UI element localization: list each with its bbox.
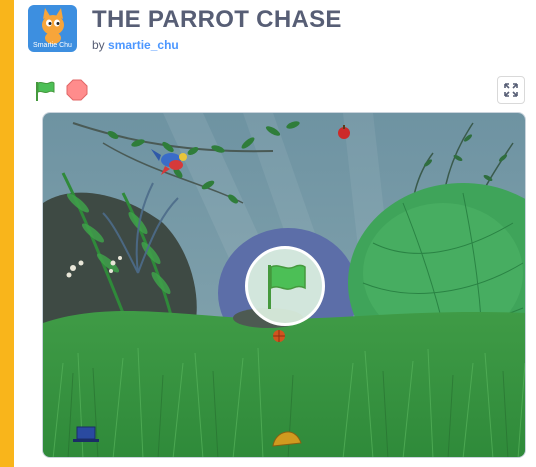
by-label: by	[92, 38, 105, 52]
project-thumbnail[interactable]: Smartie Chu	[28, 5, 77, 52]
green-flag-icon	[268, 264, 306, 309]
stop-sign-icon	[66, 79, 88, 101]
fullscreen-icon	[504, 83, 518, 97]
green-flag-button[interactable]	[33, 80, 57, 102]
stop-button[interactable]	[66, 79, 88, 101]
target-sprite	[273, 330, 285, 342]
thumbnail-caption: Smartie Chu	[33, 42, 72, 49]
project-title: THE PARROT CHASE	[92, 6, 342, 33]
project-byline: by smartie_chu	[92, 38, 179, 52]
project-stage[interactable]	[42, 112, 526, 458]
fullscreen-button[interactable]	[497, 76, 525, 104]
laptop-sprite	[73, 426, 99, 442]
green-flag-icon	[36, 81, 55, 101]
author-link[interactable]: smartie_chu	[108, 38, 179, 52]
stage-play-overlay[interactable]	[245, 246, 325, 326]
